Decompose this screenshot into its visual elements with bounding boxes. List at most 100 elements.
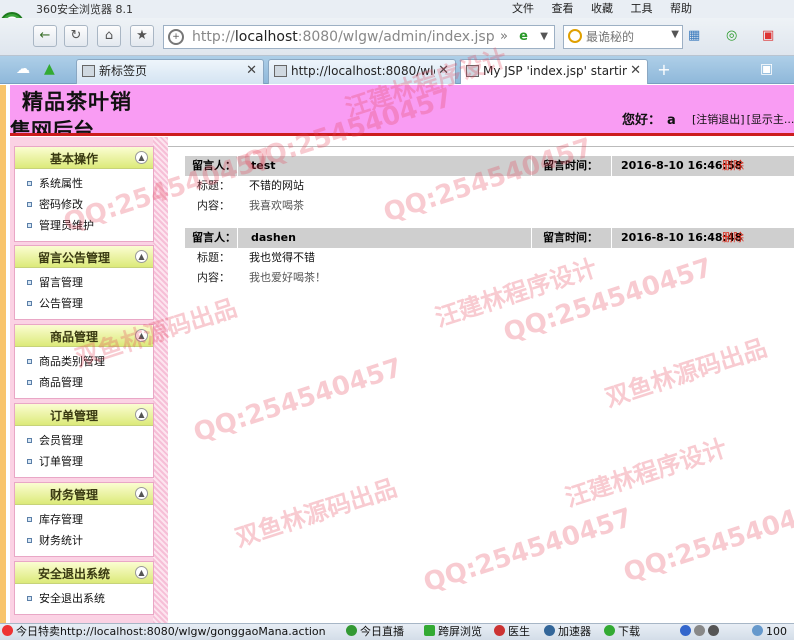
zoom-level[interactable]: 100: [752, 624, 787, 640]
delete-link[interactable]: 删除: [722, 156, 744, 176]
collapse-icon[interactable]: ▲: [135, 250, 148, 263]
sidebar-item-messages[interactable]: 留言管理: [15, 272, 153, 293]
doctor-link[interactable]: 医生: [494, 624, 530, 640]
content-top-rule: [165, 136, 794, 147]
menu-group-finance: 财务管理 ▲ 库存管理 财务统计: [14, 482, 154, 557]
sidebar-item-system-props[interactable]: 系统属性: [15, 173, 153, 194]
tab-bar: ☁ ▲ 新标签页 ✕ http://localhost:8080/wlgw/i …: [0, 56, 794, 84]
collapse-icon[interactable]: ▲: [135, 329, 148, 342]
message-subject-row: 标题： 不错的网站: [185, 176, 794, 196]
safety-icon[interactable]: ◎: [726, 28, 737, 43]
menu-group-goods: 商品管理 ▲ 商品类别管理 商品管理: [14, 324, 154, 399]
greeting: 您好： a: [622, 113, 676, 128]
sidebar: 基本操作 ▲ 系统属性 密码修改 管理员维护 留言公告管理 ▲ 留言管理 公告管…: [10, 137, 168, 623]
site-title: 精品茶叶销: [22, 90, 132, 114]
message-author: dashen: [251, 231, 296, 244]
header-links: [注销退出] [显示主...: [692, 111, 794, 127]
bullet-icon: [27, 380, 32, 385]
menu-group-header[interactable]: 留言公告管理 ▲: [15, 246, 153, 268]
feature-icon[interactable]: ▲: [44, 61, 55, 77]
menu-group-header[interactable]: 安全退出系统 ▲: [15, 562, 153, 584]
sidebar-item-admins[interactable]: 管理员维护: [15, 215, 153, 236]
username: a: [667, 113, 676, 128]
menu-favorites[interactable]: 收藏: [591, 0, 613, 16]
tab-menu-icon[interactable]: ▣: [760, 61, 773, 77]
security-shield-icon: +: [168, 29, 184, 45]
browser-status-icons[interactable]: [680, 624, 722, 640]
download-icon: [604, 625, 615, 636]
message-entry: 留言人： test 留言时间： 2016-8-10 16:46:58 删除 标题…: [185, 156, 794, 216]
sidebar-item-orders[interactable]: 订单管理: [15, 451, 153, 472]
tab-localhost[interactable]: http://localhost:8080/wlgw/i ✕: [268, 59, 456, 84]
menu-group-header[interactable]: 基本操作 ▲: [15, 147, 153, 169]
page-icon: [466, 65, 479, 77]
collapse-icon[interactable]: ▲: [135, 151, 148, 164]
address-url[interactable]: http://localhost:8080/wlgw/admin/index.j…: [192, 29, 495, 45]
browser-side-strip: [0, 85, 6, 623]
new-tab-plus-icon[interactable]: +: [652, 60, 676, 82]
address-bar[interactable]: + http://localhost:8080/wlgw/admin/index…: [163, 25, 555, 49]
sidebar-item-members[interactable]: 会员管理: [15, 430, 153, 451]
menu-group-header[interactable]: 订单管理 ▲: [15, 404, 153, 426]
favorite-star-icon[interactable]: ★: [130, 25, 154, 47]
collapse-icon[interactable]: ▲: [135, 408, 148, 421]
bullet-icon: [27, 359, 32, 364]
logout-link[interactable]: [注销退出]: [692, 113, 745, 126]
menu-file[interactable]: 文件: [512, 0, 534, 16]
bullet-icon: [27, 223, 32, 228]
sidebar-item-notices[interactable]: 公告管理: [15, 293, 153, 314]
sidebar-scroll-strip[interactable]: [153, 137, 168, 623]
sidebar-item-safe-exit[interactable]: 安全退出系统: [15, 588, 153, 609]
browser-toolbar: ← ↻ ⌂ ★ + http://localhost:8080/wlgw/adm…: [0, 18, 794, 56]
back-arrow-icon[interactable]: ←: [33, 25, 57, 47]
show-main-link[interactable]: [显示主...: [747, 113, 794, 126]
menu-tools[interactable]: 工具: [631, 0, 653, 16]
volume-icon: [708, 625, 719, 636]
download-link[interactable]: 下载: [604, 624, 640, 640]
collapse-icon[interactable]: ▲: [135, 487, 148, 500]
cloud-icon[interactable]: ☁: [16, 61, 30, 77]
sidebar-item-password[interactable]: 密码修改: [15, 194, 153, 215]
delete-link[interactable]: 删除: [722, 228, 744, 248]
gift-icon: [2, 625, 13, 636]
zoom-icon: [752, 625, 763, 636]
sidebar-item-finance-stats[interactable]: 财务统计: [15, 530, 153, 551]
search-dropdown-icon[interactable]: ▼: [671, 29, 679, 40]
sidebar-item-categories[interactable]: 商品类别管理: [15, 351, 153, 372]
today-sale-link[interactable]: 今日特卖: [2, 624, 60, 640]
site-title-line2: 售网后台: [10, 119, 94, 133]
bullet-icon: [27, 459, 32, 464]
ie-engine-icon[interactable]: e: [519, 29, 528, 44]
bullet-icon: [27, 202, 32, 207]
tab-my-jsp[interactable]: My JSP 'index.jsp' starting p ✕: [460, 59, 648, 84]
message-body-row: 内容： 我也爱好喝茶！: [185, 268, 794, 288]
ie-icon: [680, 625, 691, 636]
bullet-icon: [27, 301, 32, 306]
menu-view[interactable]: 查看: [552, 0, 574, 16]
collapse-icon[interactable]: ▲: [135, 566, 148, 579]
tab-new-tab[interactable]: 新标签页 ✕: [76, 59, 264, 84]
cross-screen-link[interactable]: 跨屏浏览: [424, 624, 482, 640]
home-icon[interactable]: ⌂: [97, 25, 121, 47]
menu-group-orders: 订单管理 ▲ 会员管理 订单管理: [14, 403, 154, 478]
menu-group-header[interactable]: 财务管理 ▲: [15, 483, 153, 505]
menu-group-header[interactable]: 商品管理 ▲: [15, 325, 153, 347]
pdf-icon[interactable]: ▣: [762, 28, 774, 43]
sidebar-item-stock[interactable]: 库存管理: [15, 509, 153, 530]
menu-help[interactable]: 帮助: [670, 0, 692, 16]
compat-mode-icon[interactable]: »: [500, 29, 508, 44]
apps-grid-icon[interactable]: ▦: [688, 28, 700, 43]
refresh-icon[interactable]: ↻: [64, 25, 88, 47]
search-input[interactable]: [586, 28, 664, 46]
sidebar-item-goods[interactable]: 商品管理: [15, 372, 153, 393]
bullet-icon: [27, 438, 32, 443]
accelerator-link[interactable]: 加速器: [544, 624, 591, 640]
chevron-down-icon[interactable]: ▼: [540, 31, 548, 42]
close-tab-icon[interactable]: ✕: [438, 60, 449, 82]
message-entry: 留言人： dashen 留言时间： 2016-8-10 16:48:48 删除 …: [185, 228, 794, 288]
search-box[interactable]: ▼: [563, 25, 683, 49]
live-link[interactable]: 今日直播: [346, 624, 404, 640]
close-tab-icon[interactable]: ✕: [630, 60, 641, 82]
rocket-icon: [544, 625, 555, 636]
close-tab-icon[interactable]: ✕: [246, 60, 257, 82]
